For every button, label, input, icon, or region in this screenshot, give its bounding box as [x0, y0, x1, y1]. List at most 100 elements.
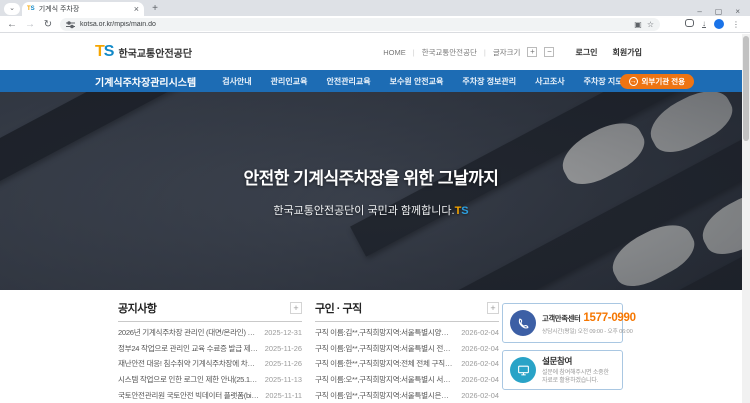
jobs-more-button[interactable]: + [487, 302, 499, 314]
nav-item[interactable]: 검사안내 [222, 76, 251, 87]
site-settings-icon[interactable] [66, 20, 75, 29]
browser-tab[interactable]: TS 기계식 주차장 × [22, 2, 144, 16]
job-date: 2026-02-04 [461, 328, 499, 337]
hero-subtitle: 한국교통안전공단이 국민과 함께합니다.TS [0, 202, 742, 218]
browser-window: ⌄ TS 기계식 주차장 × + – ▢ × ← → ↻ kotsa.or.kr… [0, 0, 750, 403]
screenshot-icon[interactable]: ▣ [634, 20, 642, 29]
notice-title[interactable]: 국토안전관리원 국토안전 빅데이터 플랫폼(bigTori… [118, 390, 259, 401]
survey-text: 설문참여 설문에 참여해주시면 소중한 자료로 활용하겠습니다. [542, 355, 615, 385]
job-title[interactable]: 구직 이름:김**,구직희망지역:서울특별시양천구… [315, 327, 455, 338]
job-row[interactable]: 구직 이름:임**,구직희망지역:서울특별시은평구… 2026-02-04 [315, 387, 499, 403]
hero-copy: 안전한 기계식주차장을 위한 그날까지 한국교통안전공단이 국민과 함께합니다.… [0, 164, 742, 218]
notice-date: 2025-12-31 [264, 328, 302, 337]
notice-row[interactable]: 국토안전관리원 국토안전 빅데이터 플랫폼(bigTori… 2025-11-1… [118, 387, 302, 403]
notice-title[interactable]: 2026년 기계식주차장 관리인 (대면/온라인) 교육 일정 [118, 327, 258, 338]
jobs-list: 구직 이름:김**,구직희망지역:서울특별시양천구… 2026-02-04 구직… [315, 325, 499, 403]
site-logo[interactable]: TS 한국교통안전공단 [95, 43, 192, 61]
nav-item[interactable]: 보수원 안전교육 [390, 76, 444, 87]
nav-item[interactable]: 안전관리교육 [326, 76, 370, 87]
font-size-label: 글자크기 [493, 47, 521, 58]
reload-icon[interactable]: ↻ [42, 19, 54, 30]
url-text[interactable]: kotsa.or.kr/mpis/main.do [80, 21, 629, 28]
tab-search-button[interactable]: ⌄ [4, 3, 20, 15]
survey-monitor-icon [510, 357, 536, 383]
job-title[interactable]: 구직 이름:한**,구직희망지역:전체 전체 구직합니다 [315, 358, 455, 369]
arrow-right-icon: → [629, 77, 638, 86]
job-row[interactable]: 구직 이름:김**,구직희망지역:서울특별시양천구… 2026-02-04 [315, 325, 499, 341]
bookmark-star-icon[interactable]: ☆ [647, 20, 654, 29]
ts-logo-icon: TS [95, 43, 113, 61]
browser-menu-icon[interactable]: ⋮ [732, 20, 740, 29]
customer-center-phone: 1577-0990 [583, 312, 635, 324]
tab-strip: ⌄ TS 기계식 주차장 × + – ▢ × [0, 0, 750, 16]
notices-list: 2026년 기계식주차장 관리인 (대면/온라인) 교육 일정 2025-12-… [118, 325, 302, 403]
toolbar-right: ↓ ⋮ [685, 15, 744, 33]
nav-menu: 검사안내관리인교육안전관리교육보수원 안전교육주차장 정보관리사고조사주차장 지… [222, 76, 678, 87]
customer-center-box[interactable]: 고객만족센터 1577-0990 상담시간(평일) 오전 09:00 - 오후 … [502, 303, 623, 343]
header-utility: HOME | 한국교통안전공단 | 글자크기 + − 로그인 회원가입 [383, 47, 642, 58]
scrollbar-thumb[interactable] [743, 36, 749, 141]
notices-section: 공지사항 + 2026년 기계식주차장 관리인 (대면/온라인) 교육 일정 2… [118, 300, 302, 403]
survey-title: 설문참여 [542, 355, 615, 367]
org-link[interactable]: 한국교통안전공단 [422, 47, 477, 58]
main-navigation: 기계식주차장관리시스템 검사안내 관리인교육 안전관리교육 보수원 안전교육 주차장 정… [0, 70, 742, 92]
content-section: 공지사항 + 2026년 기계식주차장 관리인 (대면/온라인) 교육 일정 2… [0, 290, 742, 403]
nav-item[interactable]: 관리인교육 [271, 76, 308, 87]
jobs-title: 구인 · 구직 [315, 300, 362, 316]
side-widgets: 고객만족센터 1577-0990 상담시간(평일) 오전 09:00 - 오후 … [502, 303, 623, 397]
nav-item[interactable]: 주차장 정보관리 [462, 76, 516, 87]
job-title[interactable]: 구직 이름:임**,구직희망지역:서울특별시 전체 구… [315, 343, 455, 354]
system-title[interactable]: 기계식주차장관리시스템 [95, 74, 196, 89]
customer-center-label: 고객만족센터 [542, 313, 580, 324]
survey-box[interactable]: 설문참여 설문에 참여해주시면 소중한 자료로 활용하겠습니다. [502, 350, 623, 390]
notice-date: 2025-11-26 [265, 359, 302, 368]
site-header: TS 한국교통안전공단 HOME | 한국교통안전공단 | 글자크기 + − 로… [0, 34, 742, 70]
notice-date: 2025-11-13 [265, 375, 302, 384]
tab-close-icon[interactable]: × [134, 4, 139, 14]
notices-header: 공지사항 + [118, 300, 302, 322]
job-title[interactable]: 구직 이름:임**,구직희망지역:서울특별시은평구… [315, 390, 455, 401]
notice-row[interactable]: 시스템 작업으로 인한 로그인 제한 안내(25.11.14-17) 2025-… [118, 372, 302, 388]
forward-icon[interactable]: → [24, 19, 36, 30]
notice-date: 2025-11-11 [265, 391, 302, 400]
browser-toolbar: ← → ↻ kotsa.or.kr/mpis/main.do ▣ ☆ ↓ ⋮ [0, 16, 750, 33]
job-row[interactable]: 구직 이름:한**,구직희망지역:전체 전체 구직합니다 2026-02-04 [315, 356, 499, 372]
back-icon[interactable]: ← [6, 19, 18, 30]
divider: | [413, 48, 415, 57]
profile-avatar[interactable] [714, 19, 724, 29]
notice-date: 2025-11-26 [265, 344, 302, 353]
job-date: 2026-02-04 [461, 391, 499, 400]
phone-icon [510, 310, 536, 336]
job-row[interactable]: 구직 이름:임**,구직희망지역:서울특별시 전체 구… 2026-02-04 [315, 341, 499, 357]
address-bar[interactable]: kotsa.or.kr/mpis/main.do ▣ ☆ [60, 18, 660, 31]
notices-title: 공지사항 [118, 300, 156, 316]
side-panel-icon[interactable] [685, 15, 694, 33]
survey-description: 설문에 참여해주시면 소중한 자료로 활용하겠습니다. [542, 369, 615, 385]
notice-row[interactable]: 정부24 작업으로 관리인 교육 수료증 발급 제한 안내 2025-11-26 [118, 341, 302, 357]
download-icon[interactable]: ↓ [702, 20, 706, 28]
hero-banner: 안전한 기계식주차장을 위한 그날까지 한국교통안전공단이 국민과 함께합니다.… [0, 92, 742, 290]
site-favicon-icon: TS [27, 6, 35, 12]
new-tab-button[interactable]: + [148, 3, 162, 14]
notice-title[interactable]: 정부24 작업으로 관리인 교육 수료증 발급 제한 안내 [118, 343, 259, 354]
notice-title[interactable]: 시스템 작업으로 인한 로그인 제한 안내(25.11.14-17) [118, 374, 259, 385]
external-org-button[interactable]: → 외부기관 전용 [620, 74, 694, 89]
job-date: 2026-02-04 [461, 359, 499, 368]
job-date: 2026-02-04 [461, 375, 499, 384]
font-decrease-button[interactable]: − [544, 47, 554, 57]
jobs-header: 구인 · 구직 + [315, 300, 499, 322]
divider: | [484, 48, 486, 57]
scrollbar-track[interactable] [742, 34, 750, 403]
job-title[interactable]: 구직 이름:오**,구직희망지역:서울특별시 서초구… [315, 374, 455, 385]
home-link[interactable]: HOME [383, 48, 406, 57]
login-link[interactable]: 로그인 [575, 47, 597, 58]
hero-title: 안전한 기계식주차장을 위한 그날까지 [0, 164, 742, 189]
font-increase-button[interactable]: + [527, 47, 537, 57]
nav-item[interactable]: 사고조사 [535, 76, 564, 87]
notice-title[interactable]: 재난안전 대응! 침수취약 기계식주차장에 차수판으… [118, 358, 259, 369]
job-row[interactable]: 구직 이름:오**,구직희망지역:서울특별시 서초구… 2026-02-04 [315, 372, 499, 388]
notice-row[interactable]: 재난안전 대응! 침수취약 기계식주차장에 차수판으… 2025-11-26 [118, 356, 302, 372]
signup-link[interactable]: 회원가입 [613, 47, 642, 58]
notices-more-button[interactable]: + [290, 302, 302, 314]
notice-row[interactable]: 2026년 기계식주차장 관리인 (대면/온라인) 교육 일정 2025-12-… [118, 325, 302, 341]
